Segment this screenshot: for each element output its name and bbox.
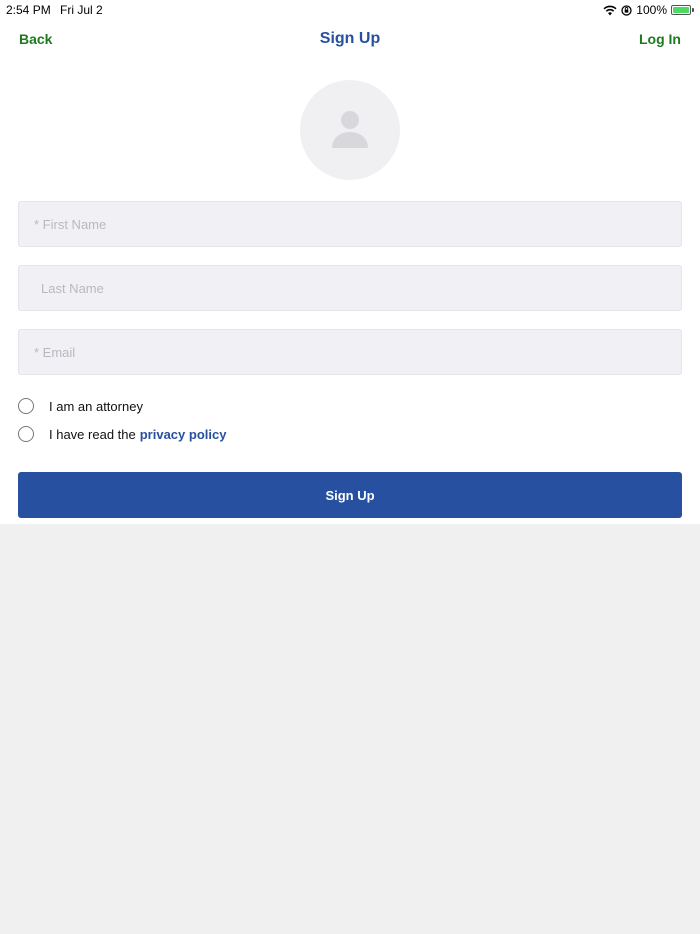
privacy-label: I have read the: [49, 426, 136, 442]
avatar-picker[interactable]: [300, 80, 400, 180]
privacy-radio[interactable]: [18, 426, 34, 442]
first-name-input[interactable]: [18, 201, 682, 247]
status-bar: 2:54 PM Fri Jul 2 100%: [0, 0, 700, 20]
navigation-bar: Back Sign Up Log In: [0, 26, 700, 52]
battery-percent: 100%: [636, 3, 667, 17]
email-input[interactable]: [18, 329, 682, 375]
status-time: 2:54 PM: [6, 3, 51, 17]
sign-up-button[interactable]: Sign Up: [18, 472, 682, 518]
page-title: Sign Up: [319, 30, 381, 47]
attorney-label: I am an attorney: [49, 398, 143, 414]
privacy-option[interactable]: I have read the privacy policy: [18, 426, 226, 442]
lock-rotation-icon: [621, 4, 632, 16]
wifi-icon: [603, 5, 617, 15]
battery-cap: [692, 8, 694, 12]
attorney-radio[interactable]: [18, 398, 34, 414]
login-button[interactable]: Log In: [639, 31, 681, 47]
status-indicators: 100%: [603, 3, 694, 17]
person-icon: [332, 111, 368, 148]
form-panel: [0, 0, 700, 524]
status-date: Fri Jul 2: [60, 3, 103, 17]
attorney-option[interactable]: I am an attorney: [18, 398, 143, 414]
battery-charging-icon: [671, 5, 691, 15]
privacy-policy-link[interactable]: privacy policy: [140, 427, 227, 442]
last-name-input[interactable]: [18, 265, 682, 311]
